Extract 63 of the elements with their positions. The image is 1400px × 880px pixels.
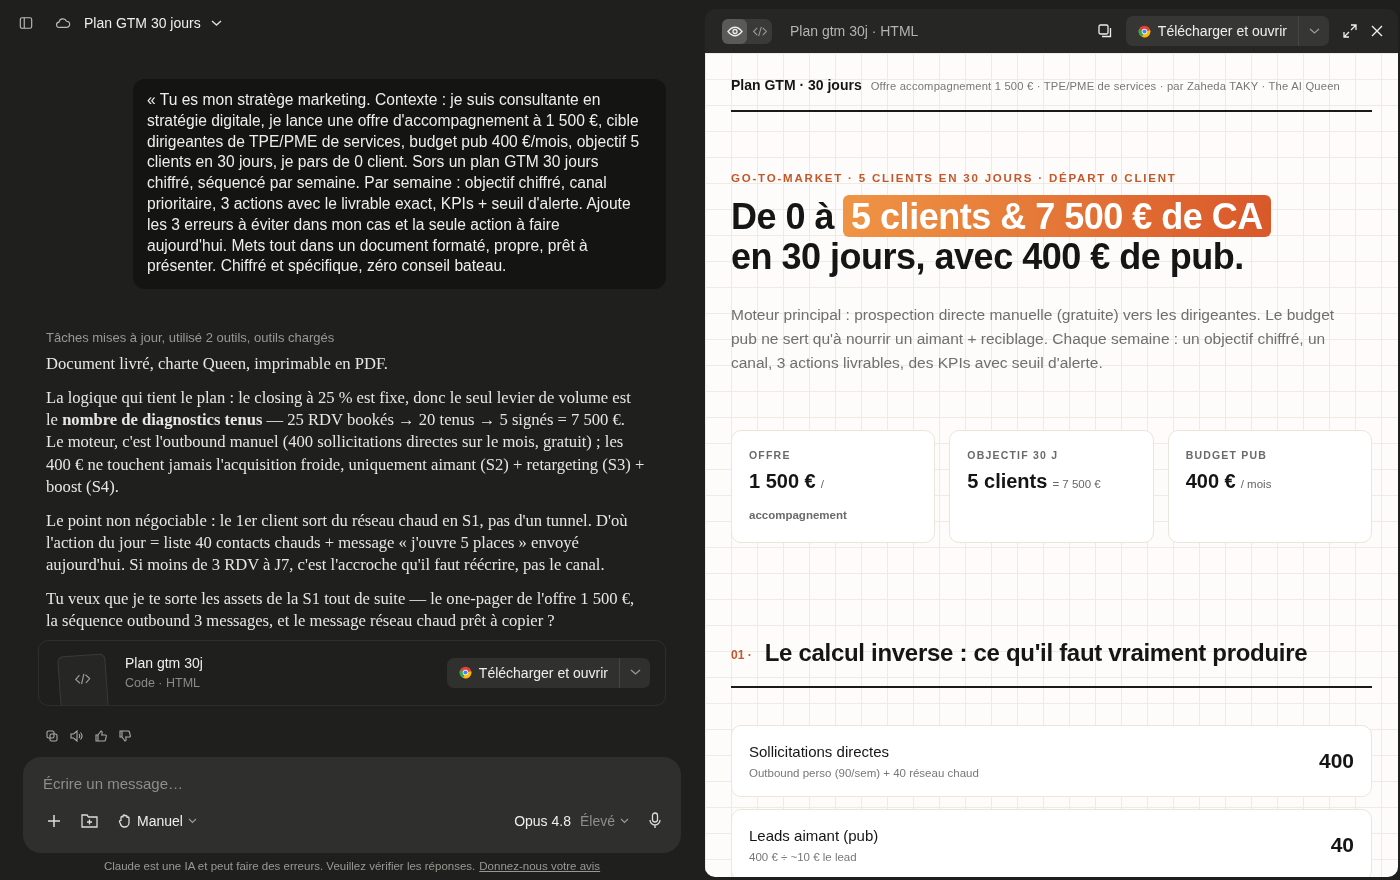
artifact-title: Plan gtm 30j · HTML [790,23,919,39]
disclaimer-text: Claude est une IA et peut faire des erreurs. Veuillez vérifier les réponses. [103,860,476,874]
stat-value: 5 clients [967,470,1048,493]
stat-label: OFFRE [749,449,792,461]
model-selector[interactable]: Opus 4.8 Élevé [514,812,629,829]
metric-value: 40 [1330,833,1354,857]
document-brand: Plan GTM · 30 jours [731,77,862,93]
chevron-down-icon [1308,27,1320,35]
plus-icon[interactable] [47,813,61,828]
copy-icon[interactable] [46,729,58,742]
document-byline: Offre accompagnement 1 500 € · TPE/PME de services · par Zaheda TAKY · The AI Queen [870,80,1340,92]
stat-unit: / [820,478,824,490]
thumbs-down-icon[interactable] [119,729,131,742]
chevron-down-icon [210,19,222,27]
user-message: « Tu es mon stratège marketing. Contexte : je suis consultante en stratégie digitale, je lance une offre d'accompagnement à 1 500 €, cible dirigeantes de TPE/PME de services, budget pub 400 €/mois, objectif 5 clients en 30 jours, je pars de 0 client. Sors un plan GTM 30 jours chiffré, séquencé par semaine. Par semaine : objectif chiffré, canal prioritaire, 3 actions avec le livrable exact, KPIs + seuil d'alerte. Ajoute les 3 erreurs à éviter dans mon cas et la seule action à faire aujourd'hui. Mets tout dans un document formaté, propre, prêt à présenter. Chiffré et spécifique, zéro conseil bateau. [133,79,666,290]
metric-value: 400 [1318,749,1354,773]
assistant-paragraph: Document livré, charte Queen, imprimable en PDF. [46,353,389,376]
metric-detail: 400 € ÷ ~10 € le lead [749,851,858,863]
copy-icon[interactable] [1097,24,1112,38]
stat-note: accompagnement [749,509,848,521]
stat-unit: / mois [1240,478,1272,490]
tool-status[interactable]: Tâches mises à jour, utilisé 2 outils, outils chargés [46,330,666,346]
lead-paragraph: Moteur principal : prospection directe manuelle (gratuite) vers les dirigeantes. Le budget pub ne sert qu'à nourrir un aimant + reciblage. Chaque semaine : un objectif chiffré, un canal, 3 actions livrables, des KPIs avec seuil d'alerte. [731,305,1336,373]
assistant-paragraph: La logique qui tient le plan : le closing à 25 % est fixe, donc le seul levier de volume est le nombre de diagnostics tenus — 25 RDV bookés → 20 tenus → 5 signés = 7 500 €. Le moteur, c'est l'outbound manuel (400 sollicitations directes sur le mois, gratuit) ; les 400 € ne touchent jamais l'acquisition froide, uniquement aimant (S2) + retargeting (S3) + boost (S4). [46,386,646,499]
section-heading: Le calcul inverse : ce qu'il faut vraiment produire [764,639,1308,667]
artifact-card[interactable]: Plan gtm 30j Code · HTML Télécharger et ouvrir [38,639,666,706]
hand-icon [118,813,132,828]
metric-detail: Outbound perso (90/sem) + 40 réseau chaud [749,767,979,779]
eye-icon [726,25,743,37]
artifact-name: Plan gtm 30j [125,655,204,672]
feedback-link[interactable]: Donnez-nous votre avis [479,860,601,880]
stat-label: OBJECTIF 30 J [967,449,1060,461]
stat-label: BUDGET PUB [1185,449,1269,461]
speaker-icon[interactable] [70,729,83,742]
chevron-down-icon [187,817,197,824]
microphone-icon[interactable] [649,812,661,829]
metric-title: Leads aimant (pub) [749,827,879,844]
mode-selector[interactable]: Manuel [118,812,197,829]
chat-title-menu[interactable]: Plan GTM 30 jours [84,15,222,31]
assistant-paragraph: Tu veux que je te sorte les assets de la S1 tout de suite — le one-pager de l'offre 1 500 €, la séquence outbound 3 messages, et le message réseau chaud prêt à copier ? [46,587,636,633]
metric-title: Sollicitations directes [749,743,891,760]
assistant-paragraph: Le point non négociable : le 1er client sort du réseau chaud en S1, pas d'un tunnel. D'où l'action du jour = liste 40 contacts chauds + message « j'ouvre 5 places » envoyé aujourd'hui. Si moins de 3 RDV à J7, c'est l'accroche qu'il faut réécrire, pas le canal. [46,509,629,577]
stat-value: 1 500 € [749,470,816,493]
folder-add-icon[interactable] [81,813,98,828]
sidebar-toggle-icon[interactable] [19,16,33,30]
preview-tab[interactable] [722,18,747,44]
cloud-icon [55,17,71,29]
browser-icon [458,666,472,680]
browser-icon [1137,24,1151,38]
expand-icon[interactable] [1343,24,1357,38]
thumbs-up-icon[interactable] [95,729,107,742]
code-icon [751,25,768,37]
stat-value: 400 € [1185,470,1236,493]
close-icon[interactable] [1371,25,1383,37]
message-input[interactable]: Écrire un message… [43,775,661,792]
hero-heading: De 0 à 5 clients & 7 500 € de CA en 30 jours, avec 400 € de pub. [731,197,1372,277]
artifact-type: Code · HTML [125,676,202,691]
eyebrow-text: GO-TO-MARKET · 5 CLIENTS EN 30 JOURS · DÉPART 0 CLIENT [731,172,1178,184]
code-file-icon [57,653,109,705]
chevron-down-icon [629,669,641,677]
chevron-down-icon [620,817,629,824]
stat-unit: = 7 500 € [1052,478,1101,490]
section-number: 01 · [731,647,752,662]
